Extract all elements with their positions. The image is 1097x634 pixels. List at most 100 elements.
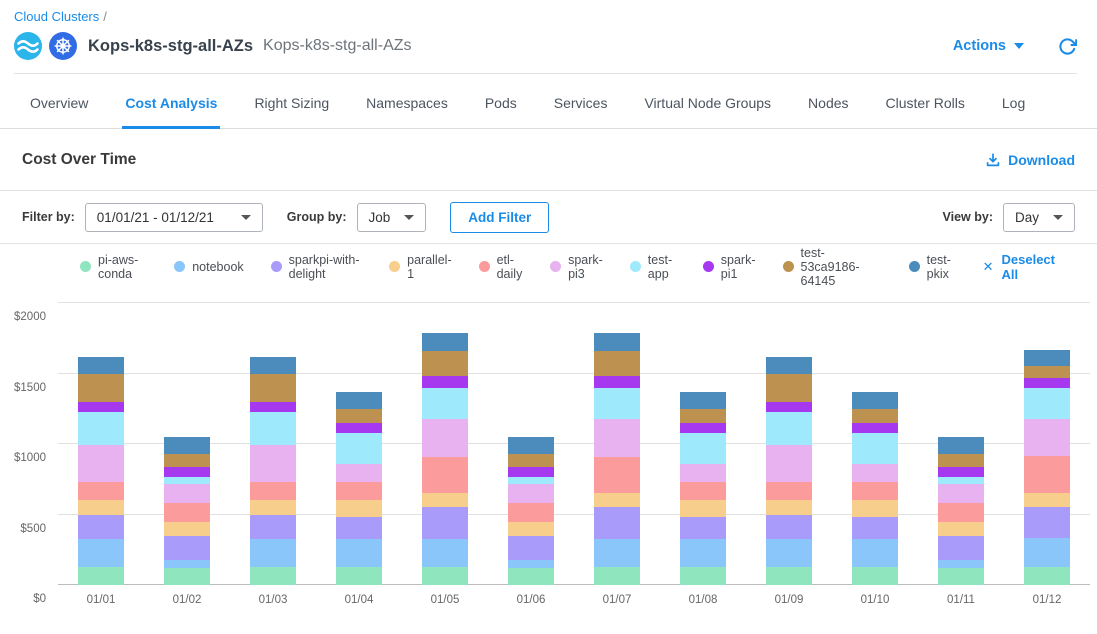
- bar-segment-test-app[interactable]: [422, 388, 468, 419]
- bar-segment-sparkpi-with-delight[interactable]: [852, 517, 898, 540]
- bar-segment-test-app[interactable]: [852, 433, 898, 464]
- bar-segment-spark-pi3[interactable]: [422, 419, 468, 458]
- bar-segment-test-53ca9186-64145[interactable]: [766, 374, 812, 402]
- bar-segment-test-pkix[interactable]: [250, 357, 296, 374]
- bar-segment-notebook[interactable]: [1024, 538, 1070, 567]
- bar-segment-spark-pi3[interactable]: [938, 484, 984, 502]
- bar-segment-etl-daily[interactable]: [594, 457, 640, 492]
- bar-segment-spark-pi1[interactable]: [594, 376, 640, 387]
- bar-segment-notebook[interactable]: [336, 539, 382, 567]
- bar-segment-test-53ca9186-64145[interactable]: [938, 454, 984, 467]
- bar-segment-test-pkix[interactable]: [78, 357, 124, 374]
- bar-segment-test-app[interactable]: [938, 477, 984, 484]
- tab-overview[interactable]: Overview: [27, 95, 91, 129]
- stacked-bar-01-10[interactable]: [852, 392, 898, 585]
- bar-segment-parallel-1[interactable]: [78, 500, 124, 514]
- legend-item-test-pkix[interactable]: test-pkix: [909, 253, 956, 281]
- bar-segment-notebook[interactable]: [766, 539, 812, 567]
- add-filter-button[interactable]: Add Filter: [450, 202, 549, 233]
- bar-segment-pi-aws-conda[interactable]: [336, 567, 382, 585]
- stacked-bar-01-08[interactable]: [680, 392, 726, 585]
- bar-segment-pi-aws-conda[interactable]: [680, 567, 726, 585]
- bar-segment-etl-daily[interactable]: [508, 503, 554, 522]
- bar-segment-parallel-1[interactable]: [938, 522, 984, 536]
- bar-segment-pi-aws-conda[interactable]: [508, 568, 554, 585]
- bar-segment-spark-pi1[interactable]: [680, 423, 726, 434]
- stacked-bar-01-11[interactable]: [938, 437, 984, 585]
- bar-segment-spark-pi1[interactable]: [164, 467, 210, 478]
- bar-segment-test-53ca9186-64145[interactable]: [594, 351, 640, 376]
- tab-pods[interactable]: Pods: [482, 95, 520, 129]
- bar-segment-sparkpi-with-delight[interactable]: [508, 536, 554, 561]
- stacked-bar-01-12[interactable]: [1024, 350, 1070, 585]
- bar-segment-test-53ca9186-64145[interactable]: [422, 351, 468, 376]
- bar-segment-spark-pi1[interactable]: [1024, 378, 1070, 387]
- legend-item-test-53ca9186-64145[interactable]: test-53ca9186-64145: [783, 246, 882, 288]
- bar-segment-spark-pi3[interactable]: [680, 464, 726, 482]
- bar-segment-test-53ca9186-64145[interactable]: [336, 409, 382, 423]
- bar-segment-spark-pi1[interactable]: [422, 376, 468, 387]
- bar-segment-spark-pi3[interactable]: [508, 484, 554, 502]
- bar-segment-sparkpi-with-delight[interactable]: [766, 515, 812, 540]
- bar-segment-spark-pi3[interactable]: [594, 419, 640, 458]
- bar-segment-spark-pi1[interactable]: [766, 402, 812, 412]
- legend-item-sparkpi-with-delight[interactable]: sparkpi-with-delight: [271, 253, 362, 281]
- bar-segment-test-53ca9186-64145[interactable]: [852, 409, 898, 423]
- breadcrumb-cloud-clusters-link[interactable]: Cloud Clusters: [14, 9, 99, 24]
- bar-segment-test-pkix[interactable]: [508, 437, 554, 454]
- bar-segment-pi-aws-conda[interactable]: [78, 567, 124, 585]
- bar-segment-parallel-1[interactable]: [508, 522, 554, 536]
- bar-segment-sparkpi-with-delight[interactable]: [938, 536, 984, 561]
- stacked-bar-01-07[interactable]: [594, 333, 640, 585]
- stacked-bar-01-04[interactable]: [336, 392, 382, 585]
- bar-segment-etl-daily[interactable]: [680, 482, 726, 500]
- tab-cluster-rolls[interactable]: Cluster Rolls: [883, 95, 968, 129]
- bar-segment-test-53ca9186-64145[interactable]: [1024, 366, 1070, 379]
- bar-segment-sparkpi-with-delight[interactable]: [594, 507, 640, 539]
- bar-segment-sparkpi-with-delight[interactable]: [680, 517, 726, 540]
- bar-segment-test-app[interactable]: [336, 433, 382, 464]
- bar-segment-notebook[interactable]: [508, 560, 554, 568]
- bar-segment-parallel-1[interactable]: [766, 500, 812, 514]
- bar-segment-notebook[interactable]: [250, 539, 296, 567]
- bar-segment-parallel-1[interactable]: [594, 493, 640, 508]
- bar-segment-pi-aws-conda[interactable]: [250, 567, 296, 585]
- bar-segment-sparkpi-with-delight[interactable]: [336, 517, 382, 540]
- bar-segment-etl-daily[interactable]: [852, 482, 898, 500]
- bar-segment-test-53ca9186-64145[interactable]: [78, 374, 124, 402]
- tab-log[interactable]: Log: [999, 95, 1028, 129]
- bar-segment-notebook[interactable]: [422, 539, 468, 567]
- bar-segment-spark-pi3[interactable]: [164, 484, 210, 502]
- legend-item-etl-daily[interactable]: etl-daily: [479, 253, 523, 281]
- bar-segment-notebook[interactable]: [594, 539, 640, 567]
- stacked-bar-01-03[interactable]: [250, 357, 296, 585]
- tab-namespaces[interactable]: Namespaces: [363, 95, 451, 129]
- bar-segment-parallel-1[interactable]: [250, 500, 296, 514]
- legend-item-parallel-1[interactable]: parallel-1: [389, 253, 451, 281]
- bar-segment-test-pkix[interactable]: [852, 392, 898, 409]
- tab-nodes[interactable]: Nodes: [805, 95, 851, 129]
- bar-segment-parallel-1[interactable]: [852, 500, 898, 516]
- bar-segment-etl-daily[interactable]: [1024, 456, 1070, 493]
- bar-segment-pi-aws-conda[interactable]: [422, 567, 468, 585]
- bar-segment-etl-daily[interactable]: [250, 482, 296, 500]
- bar-segment-test-app[interactable]: [508, 477, 554, 484]
- bar-segment-test-app[interactable]: [164, 477, 210, 484]
- bar-segment-sparkpi-with-delight[interactable]: [164, 536, 210, 561]
- bar-segment-sparkpi-with-delight[interactable]: [250, 515, 296, 540]
- bar-segment-spark-pi1[interactable]: [852, 423, 898, 434]
- bar-segment-pi-aws-conda[interactable]: [1024, 567, 1070, 585]
- bar-segment-test-app[interactable]: [78, 412, 124, 444]
- bar-segment-test-pkix[interactable]: [680, 392, 726, 409]
- bar-segment-parallel-1[interactable]: [164, 522, 210, 536]
- tab-right-sizing[interactable]: Right Sizing: [251, 95, 332, 129]
- stacked-bar-01-02[interactable]: [164, 437, 210, 585]
- bar-segment-pi-aws-conda[interactable]: [164, 568, 210, 585]
- actions-button[interactable]: Actions: [953, 38, 1024, 54]
- bar-segment-test-pkix[interactable]: [594, 333, 640, 351]
- bar-segment-test-pkix[interactable]: [938, 437, 984, 454]
- bar-segment-spark-pi3[interactable]: [766, 445, 812, 482]
- bar-segment-parallel-1[interactable]: [422, 493, 468, 508]
- bar-segment-test-pkix[interactable]: [336, 392, 382, 409]
- bar-segment-test-app[interactable]: [250, 412, 296, 444]
